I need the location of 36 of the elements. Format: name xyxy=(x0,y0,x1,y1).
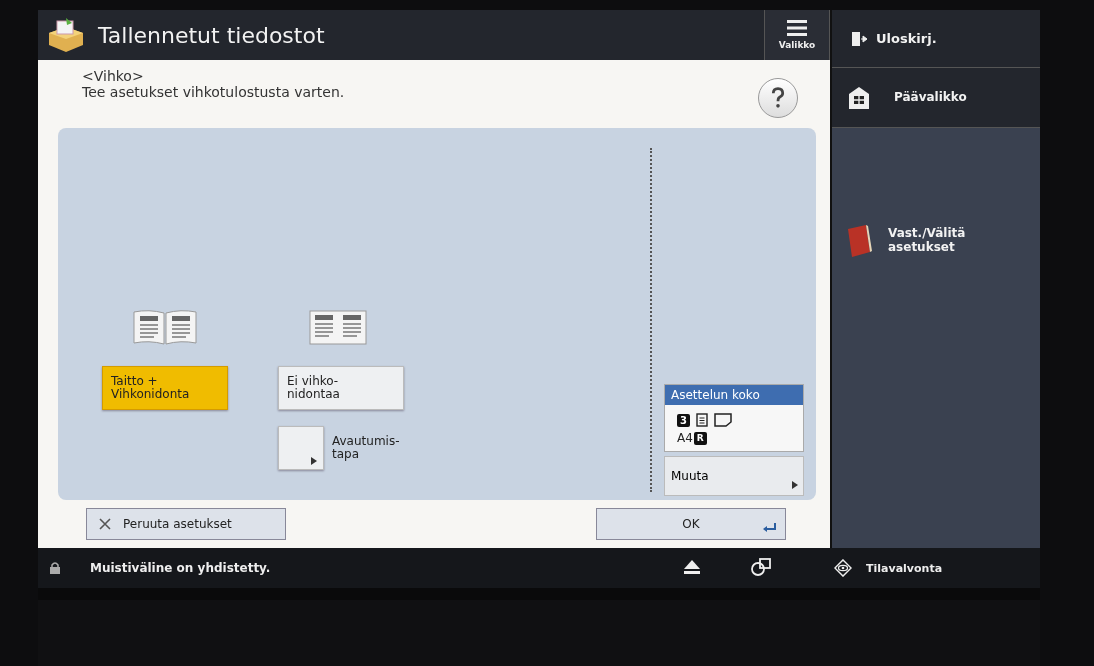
favorite-settings-button[interactable]: Vast./Välitä asetukset xyxy=(832,224,1040,258)
door-exit-icon xyxy=(852,31,868,46)
book-icon xyxy=(846,224,874,258)
open-book-icon xyxy=(132,308,198,346)
layout-size-title: Asettelun koko xyxy=(665,385,803,405)
menu-icon xyxy=(787,20,807,36)
close-icon xyxy=(99,518,111,530)
home-icon xyxy=(848,85,870,110)
status-message: Muistiväline on yhdistetty. xyxy=(90,561,272,575)
arrow-right-icon xyxy=(792,481,798,489)
binding-option[interactable]: Ei vihko- nidontaa xyxy=(278,366,404,410)
change-button[interactable]: Muuta xyxy=(664,456,804,496)
document-icon xyxy=(695,413,708,427)
opening-direction-label: Avautumis- tapa xyxy=(332,434,400,462)
diamond-eye-icon xyxy=(834,559,852,577)
paper-size: A4 xyxy=(677,431,693,445)
help-button[interactable] xyxy=(758,78,798,118)
instruction-text: Tee asetukset vihkotulostusta varten. xyxy=(82,84,345,100)
question-icon xyxy=(770,87,786,109)
ok-button[interactable]: OK xyxy=(596,508,786,540)
rotated-badge: R xyxy=(693,431,707,445)
section-title: <Vihko> xyxy=(82,68,145,84)
menu-button[interactable]: Valikko xyxy=(764,10,830,60)
lock-icon xyxy=(50,562,60,574)
window-title: Tallennetut tiedostot xyxy=(98,22,326,48)
binding-option[interactable]: Taitto + Vihkonidonta xyxy=(102,366,228,410)
enter-icon xyxy=(763,523,777,533)
flat-pages-icon xyxy=(308,308,368,346)
count-badge: 3 xyxy=(677,413,690,427)
status-monitor-button[interactable]: Tilavalvonta xyxy=(828,558,1028,578)
paper-icon xyxy=(713,413,732,427)
linked-squares-icon xyxy=(750,556,772,577)
file-box-icon xyxy=(46,17,86,53)
arrow-right-icon xyxy=(311,457,317,465)
eject-icon xyxy=(684,559,700,574)
cancel-button[interactable]: Peruuta asetukset xyxy=(86,508,286,540)
